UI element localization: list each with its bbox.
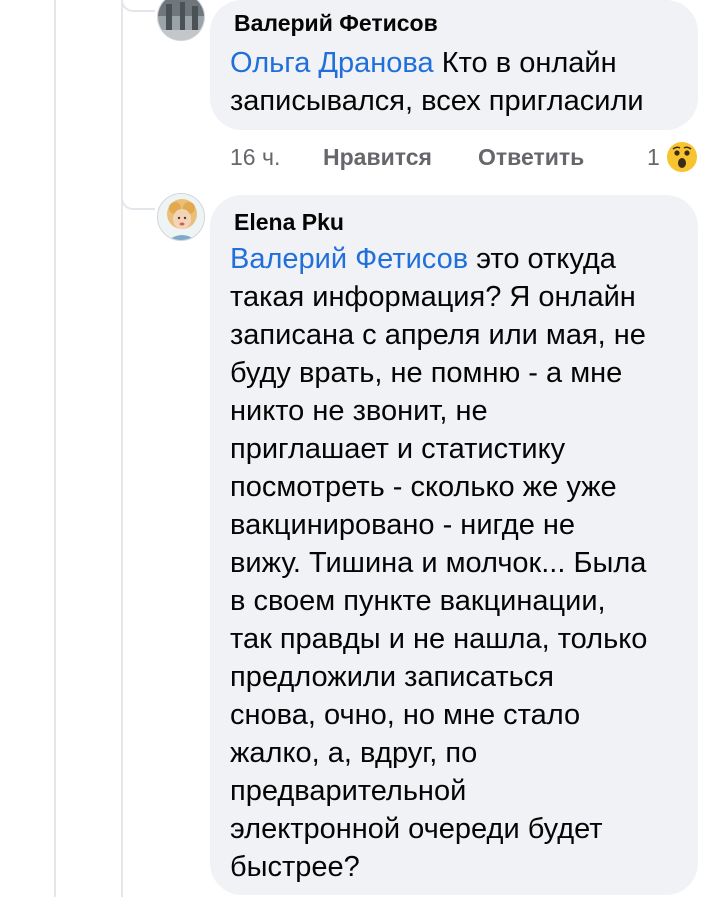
like-button[interactable]: Нравится	[323, 144, 432, 171]
comment-text-line: вакцинировано - нигде не	[230, 509, 576, 541]
comment-text-line: в своем пункте вакцинации,	[230, 585, 606, 617]
comment-text-line: предварительной	[230, 775, 467, 807]
comment-text-line: приглашает и статистику	[230, 433, 566, 465]
comment-text-line: предложили записаться	[230, 661, 554, 693]
comment-text-line: электронной очереди будет	[230, 813, 603, 845]
mention-link[interactable]: Ольга Дранова	[230, 47, 434, 79]
comment-author[interactable]: Валерий Фетисов	[234, 10, 438, 37]
comment-text-line: такая информация? Я онлайн	[230, 281, 636, 313]
comment-text: Ольга Дранова Кто в онлайн записывался, …	[230, 44, 680, 120]
comment-text-line: жалко, а, вдруг, по	[230, 737, 478, 769]
comment-text-line: это откуда	[476, 243, 616, 275]
avatar-photo-icon	[158, 194, 204, 240]
thread-line-outer	[54, 0, 56, 897]
comment-text-line: записана с апреля или мая, не	[230, 319, 646, 351]
avatar-photo-icon	[158, 0, 204, 40]
comment-text-line: так правды и не нашла, только	[230, 623, 648, 655]
comment-text-line: никто не звонит, не	[230, 395, 488, 427]
thread-line-inner	[121, 0, 123, 897]
comment-text-line: буду врать, не помню - а мне	[230, 357, 623, 389]
comment-text-line: снова, очно, но мне стало	[230, 699, 581, 731]
reaction-count[interactable]: 1	[647, 144, 660, 171]
reply-button[interactable]: Ответить	[478, 144, 584, 171]
avatar[interactable]	[157, 0, 205, 41]
comment-bubble: Валерий Фетисов Ольга Дранова Кто в онла…	[210, 0, 698, 130]
comment-text: Валерий Фетисов это откуда такая информа…	[230, 240, 680, 886]
comment-author[interactable]: Elena Pku	[234, 209, 344, 236]
comment-text-line: посмотреть - сколько же уже	[230, 471, 617, 503]
wow-emoji-icon[interactable]	[665, 140, 699, 174]
comment-time[interactable]: 16 ч.	[230, 144, 280, 171]
comment-text-line: Кто в онлайн	[441, 47, 617, 79]
comment-meta: 16 ч. Нравится Ответить 1	[230, 140, 710, 174]
mention-link[interactable]: Валерий Фетисов	[230, 243, 468, 275]
avatar[interactable]	[157, 193, 205, 241]
reply-connector	[121, 0, 155, 12]
comment-text-line: записывался, всех пригласили	[230, 85, 644, 117]
comment-bubble: Elena Pku Валерий Фетисов это откуда так…	[210, 195, 698, 895]
reply-connector	[121, 198, 155, 210]
comment-text-line: вижу. Тишина и молчок... Была	[230, 547, 647, 579]
comment-text-line: быстрее?	[230, 851, 360, 883]
